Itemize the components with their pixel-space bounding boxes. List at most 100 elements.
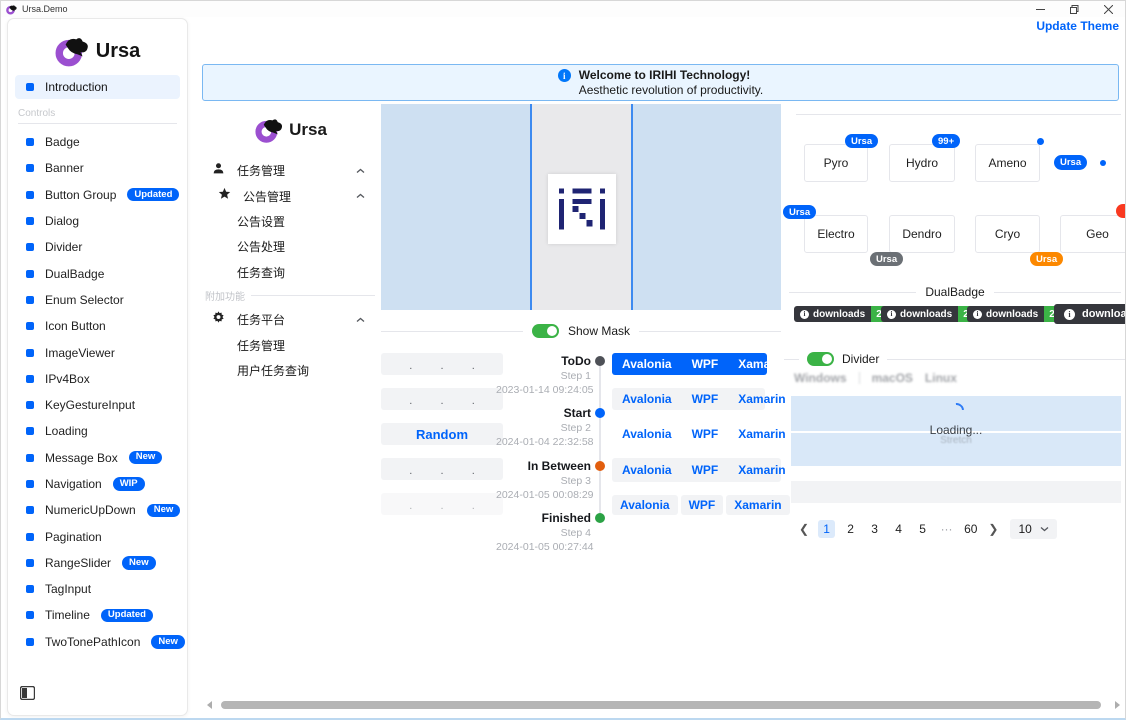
random-button[interactable]: Random xyxy=(381,423,503,445)
avalonia-button[interactable]: Avalonia xyxy=(612,463,682,477)
sidebar-item-introduction[interactable]: Introduction xyxy=(15,75,180,99)
info-icon: i xyxy=(800,310,809,319)
prev-page-icon[interactable]: ❮ xyxy=(797,522,811,536)
ipv4-input[interactable]: ... xyxy=(381,353,503,375)
sidebar-item-badge[interactable]: Badge xyxy=(8,129,187,155)
masked-content-text: Stretch xyxy=(791,435,1121,446)
bullet-icon xyxy=(26,454,34,462)
bullet-icon xyxy=(26,349,34,357)
menu-item-user-task-query[interactable]: 用户任务查询 xyxy=(201,358,381,383)
scrollbar-thumb[interactable] xyxy=(221,701,1101,709)
sidebar-item-pagination[interactable]: Pagination xyxy=(8,523,187,549)
horizontal-scrollbar[interactable] xyxy=(201,700,1125,710)
menu-item-task-management-sub[interactable]: 任务管理 xyxy=(201,332,381,357)
close-button[interactable] xyxy=(1091,1,1125,17)
collapse-sidebar-icon[interactable] xyxy=(20,686,35,705)
sidebar-list: Badge Banner Button GroupUpdated Dialog … xyxy=(8,129,187,655)
bullet-icon xyxy=(26,401,34,409)
menu-item-task-query[interactable]: 任务查询 xyxy=(201,260,381,285)
button-group-borderless: Avalonia WPF Xamarin xyxy=(612,423,775,445)
wpf-button[interactable]: WPF xyxy=(682,463,729,477)
sidebar-item-loading[interactable]: Loading xyxy=(8,418,187,444)
menu-item-announcement-settings[interactable]: 公告设置 xyxy=(201,209,381,234)
bullet-icon xyxy=(26,83,34,91)
page-size-select[interactable]: 10 xyxy=(1010,519,1056,539)
avalonia-button[interactable]: Avalonia xyxy=(612,357,682,371)
sidebar-item-numericupdown[interactable]: NumericUpDownNew xyxy=(8,497,187,523)
page-4[interactable]: 4 xyxy=(890,520,907,538)
sidebar-item-twotonepathicon[interactable]: TwoTonePathIconNew xyxy=(8,629,187,655)
sidebar-item-enum-selector[interactable]: Enum Selector xyxy=(8,287,187,313)
update-theme-button[interactable]: Update Theme xyxy=(1036,19,1119,33)
scroll-right-icon[interactable] xyxy=(1115,701,1120,709)
menu-item-task-platform[interactable]: 任务平台 xyxy=(201,307,381,332)
bullet-icon xyxy=(26,506,34,514)
status-badge: New xyxy=(151,635,185,648)
sidebar-item-navigation[interactable]: NavigationWIP xyxy=(8,471,187,497)
info-icon: i xyxy=(1064,309,1075,320)
scroll-left-icon[interactable] xyxy=(207,701,212,709)
image-viewer[interactable] xyxy=(381,104,781,310)
show-mask-toggle[interactable] xyxy=(532,324,559,338)
page-60[interactable]: 60 xyxy=(962,520,979,538)
menu-item-announcement-management[interactable]: 公告管理 xyxy=(201,183,381,208)
sidebar-item-label: Introduction xyxy=(45,80,108,94)
maximize-button[interactable] xyxy=(1057,1,1091,17)
bullet-icon xyxy=(26,164,34,172)
ipv4-input[interactable]: ... xyxy=(381,388,503,410)
bullet-icon xyxy=(26,638,34,646)
info-icon: i xyxy=(973,310,982,319)
timeline-entry: Finished Step 4 2024-01-05 00:27:44 xyxy=(496,510,591,554)
menu-item-announcement-processing[interactable]: 公告处理 xyxy=(201,234,381,259)
divider-line xyxy=(639,331,781,332)
sidebar-item-taginput[interactable]: TagInput xyxy=(8,576,187,602)
bullet-icon xyxy=(26,375,34,383)
sidebar-item-divider[interactable]: Divider xyxy=(8,234,187,260)
sidebar-item-banner[interactable]: Banner xyxy=(8,155,187,181)
page-5[interactable]: 5 xyxy=(914,520,931,538)
timeline-axis xyxy=(594,353,606,558)
wpf-button[interactable]: WPF xyxy=(682,392,729,406)
ipv4-input[interactable]: ... xyxy=(381,458,503,480)
badge-card-dendro: Dendro xyxy=(889,215,955,253)
sidebar-item-button-group[interactable]: Button GroupUpdated xyxy=(8,182,187,208)
irihi-pixel-logo xyxy=(559,188,605,230)
divider-toggle[interactable] xyxy=(807,352,834,366)
badge-card-pyro: Pyro xyxy=(804,144,868,182)
menu-item-task-management[interactable]: 任务管理 xyxy=(201,158,381,183)
menu-logo-text: Ursa xyxy=(289,120,327,140)
timeline-dot-start xyxy=(595,408,605,418)
dual-badge-hovered: idownloads 2.4k xyxy=(1054,304,1126,324)
divider-line xyxy=(887,359,1126,360)
status-badge: WIP xyxy=(113,477,145,490)
minimize-button[interactable] xyxy=(1023,1,1057,17)
sidebar-item-keygestureinput[interactable]: KeyGestureInput xyxy=(8,392,187,418)
avalonia-button[interactable]: Avalonia xyxy=(612,427,682,441)
wpf-button[interactable]: WPF xyxy=(682,427,729,441)
page-2[interactable]: 2 xyxy=(842,520,859,538)
next-page-icon[interactable]: ❯ xyxy=(986,522,1000,536)
sidebar-item-ipv4box[interactable]: IPv4Box xyxy=(8,366,187,392)
sidebar-logo-text: Ursa xyxy=(96,40,140,63)
sidebar-item-dialog[interactable]: Dialog xyxy=(8,208,187,234)
title-bar: Ursa.Demo xyxy=(1,1,1125,17)
avalonia-button[interactable]: Avalonia xyxy=(612,495,678,515)
sidebar-item-icon-button[interactable]: Icon Button xyxy=(8,313,187,339)
sidebar-item-imageviewer[interactable]: ImageViewer xyxy=(8,339,187,365)
wpf-button[interactable]: WPF xyxy=(681,495,724,515)
sidebar-item-rangeslider[interactable]: RangeSliderNew xyxy=(8,550,187,576)
avalonia-button[interactable]: Avalonia xyxy=(612,392,682,406)
dot-badge xyxy=(1037,138,1044,145)
sidebar-item-message-box[interactable]: Message BoxNew xyxy=(8,445,187,471)
wpf-button[interactable]: WPF xyxy=(682,357,729,371)
gear-icon xyxy=(211,311,225,329)
timeline-dot-finished xyxy=(595,513,605,523)
sidebar-item-timeline[interactable]: TimelineUpdated xyxy=(8,602,187,628)
page-1[interactable]: 1 xyxy=(818,520,835,538)
divider-line xyxy=(381,331,523,332)
tab-windows: Windows xyxy=(794,371,847,385)
mask-right xyxy=(633,104,781,310)
status-badge: Updated xyxy=(101,609,153,622)
page-3[interactable]: 3 xyxy=(866,520,883,538)
sidebar-item-dualbadge[interactable]: DualBadge xyxy=(8,260,187,286)
